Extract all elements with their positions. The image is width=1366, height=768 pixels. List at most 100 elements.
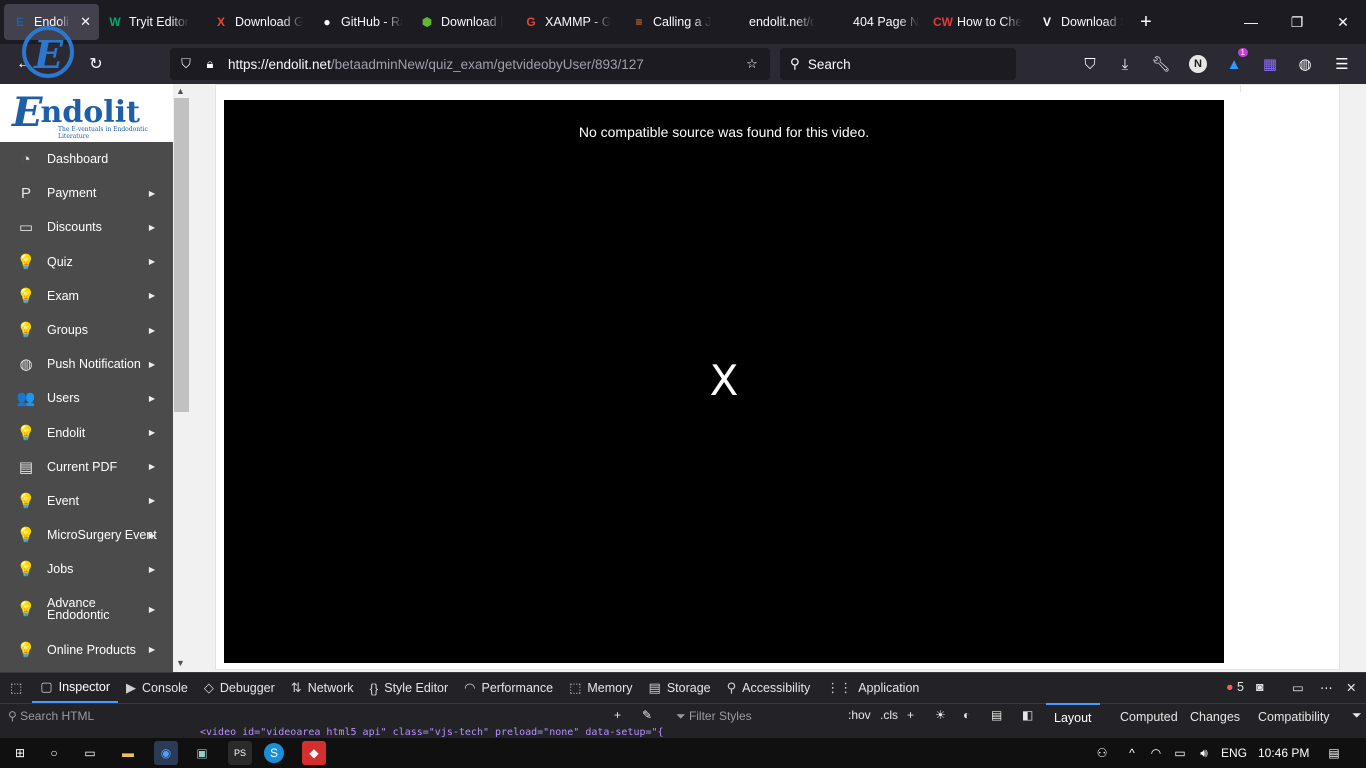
- devtools-tab-network[interactable]: ⇅ Network: [283, 673, 362, 703]
- new-tab-icon[interactable]: +: [1131, 7, 1161, 37]
- task-view-icon[interactable]: ▭: [78, 741, 102, 765]
- notifications-icon[interactable]: ▤: [1322, 741, 1346, 765]
- browser-tab[interactable]: endolit.net/quiz: [719, 4, 823, 40]
- dock-icon[interactable]: ▭: [1292, 680, 1304, 695]
- sidebar-item-groups[interactable]: 💡 Groups ▶: [0, 313, 173, 347]
- sidebar-item-jobs[interactable]: 💡 Jobs ▶: [0, 552, 173, 586]
- bookmark-star-icon[interactable]: ☆: [740, 56, 764, 72]
- dark-theme-icon[interactable]: ◐: [963, 708, 970, 722]
- print-media-icon[interactable]: ▤: [991, 708, 1002, 722]
- hover-state-toggle[interactable]: :hov: [848, 708, 871, 722]
- devtools-tab-storage[interactable]: ▤ Storage: [641, 673, 719, 703]
- firefox-icon[interactable]: ◉: [154, 741, 178, 765]
- file-explorer-icon[interactable]: ▬: [116, 741, 140, 765]
- remote-desktop-icon[interactable]: ▣: [190, 741, 214, 765]
- windows-start-icon[interactable]: ⊞: [8, 741, 32, 765]
- reload-icon[interactable]: ↻: [82, 50, 110, 78]
- devtools-tab-console[interactable]: ▶ Console: [118, 673, 196, 703]
- globe-icon[interactable]: ◍: [1291, 50, 1319, 78]
- class-toggle[interactable]: .cls: [880, 708, 898, 722]
- sidebar-item-users[interactable]: 👥 Users ▶: [0, 381, 173, 415]
- browser-tab[interactable]: G XAMMP - G: [515, 4, 623, 40]
- close-window-icon[interactable]: ✕: [1320, 0, 1366, 44]
- extension-badge-icon[interactable]: ▲ 1: [1220, 48, 1248, 78]
- devtools-sidepanel-tab[interactable]: Changes: [1182, 703, 1248, 731]
- address-bar[interactable]: ⛉ 🔒︎ https://endolit.net/betaadminNew/qu…: [170, 48, 770, 80]
- search-input[interactable]: Search: [808, 57, 851, 72]
- toggle-sidebar-icon[interactable]: ◧: [1022, 708, 1033, 722]
- sidebar-item-current-pdf[interactable]: ▤ Current PDF ▶: [0, 450, 173, 484]
- devtools-sidepanel-tab[interactable]: Computed: [1112, 703, 1186, 731]
- sidebar-item-payment[interactable]: P Payment ▶: [0, 176, 173, 210]
- lock-icon[interactable]: 🔒︎: [198, 56, 222, 72]
- restore-icon[interactable]: ❐: [1274, 0, 1320, 44]
- chevron-down-icon[interactable]: ⏷: [1352, 708, 1362, 723]
- downloads-icon[interactable]: ⤓: [1111, 50, 1139, 78]
- url-text[interactable]: https://endolit.net/betaadminNew/quiz_ex…: [228, 57, 644, 72]
- shield-icon[interactable]: ⛉: [174, 56, 198, 72]
- sidebar-item-online-products[interactable]: 💡 Online Products ▶: [0, 632, 173, 666]
- sidebar-item-exam[interactable]: 💡 Exam ▶: [0, 279, 173, 313]
- anydesk-icon[interactable]: ◆: [302, 741, 326, 765]
- cortana-icon[interactable]: ○: [42, 741, 66, 765]
- skype-icon[interactable]: S: [264, 743, 284, 763]
- volume-icon[interactable]: 🔊︎: [1192, 741, 1216, 765]
- browser-tab[interactable]: X Download G: [205, 4, 311, 40]
- devtools-tab-inspector[interactable]: ▢ Inspector: [32, 673, 119, 703]
- menu-icon[interactable]: ☰: [1328, 50, 1356, 78]
- clock[interactable]: 10:46 PM: [1258, 746, 1309, 760]
- sidebar-item-event[interactable]: 💡 Event ▶: [0, 484, 173, 518]
- element-picker-icon[interactable]: ⬚: [0, 673, 32, 703]
- filter-styles-input[interactable]: ⏷ Filter Styles: [676, 709, 752, 724]
- devtools-tab-performance[interactable]: ◠ Performance: [456, 673, 561, 703]
- pocket-icon[interactable]: ⛉: [1076, 50, 1104, 78]
- wrench-icon[interactable]: 🔧︎: [1147, 50, 1175, 78]
- browser-tab[interactable]: 404 Page Not F: [823, 4, 927, 40]
- devtools-sidepanel-tab[interactable]: Compatibility: [1250, 703, 1338, 731]
- scroll-up-icon[interactable]: ▲: [176, 86, 185, 96]
- devtools-tab-application[interactable]: ⋮⋮ Application: [818, 673, 927, 703]
- close-devtools-icon[interactable]: ✕: [1346, 680, 1356, 695]
- profile-icon[interactable]: N: [1184, 50, 1212, 78]
- light-theme-icon[interactable]: ☀: [935, 708, 946, 722]
- browser-tab[interactable]: ≡ Calling a Ja: [623, 4, 719, 40]
- devtools-tab-accessibility[interactable]: ⚲ Accessibility: [719, 673, 819, 703]
- close-tab-icon[interactable]: ✕: [80, 14, 91, 30]
- people-icon[interactable]: ⚇: [1090, 741, 1114, 765]
- sidebar-item-push-notification[interactable]: ◍ Push Notification ▶: [0, 347, 173, 381]
- phpstorm-icon[interactable]: PS: [228, 741, 252, 765]
- sidebar-scrollbar-thumb[interactable]: [174, 98, 189, 412]
- browser-tab[interactable]: W Tryit Editor: [99, 4, 205, 40]
- extension-icon[interactable]: ▦: [1256, 50, 1284, 78]
- search-html-input[interactable]: ⚲ Search HTML: [8, 709, 94, 723]
- wifi-icon[interactable]: ◠: [1144, 741, 1168, 765]
- browser-tab[interactable]: V Download S: [1031, 4, 1131, 40]
- sidebar-item-discounts[interactable]: ▭ Discounts ▶: [0, 210, 173, 244]
- search-bar[interactable]: ⚲ Search: [780, 48, 1016, 80]
- devtools-tab-style-editor[interactable]: {} Style Editor: [362, 673, 457, 703]
- site-logo[interactable]: E ndolit The E-ventuals in Endodontic Li…: [0, 84, 173, 142]
- devtools-tab-debugger[interactable]: ◇ Debugger: [196, 673, 283, 703]
- chevron-up-icon[interactable]: ^: [1120, 741, 1144, 765]
- sidebar-item-advance-endodontic[interactable]: 💡 Advance Endodontic ▶: [0, 586, 173, 632]
- error-count[interactable]: ● 5: [1226, 680, 1244, 694]
- sidebar-item-endolit[interactable]: 💡 Endolit ▶: [0, 416, 173, 450]
- scroll-down-icon[interactable]: ▼: [176, 658, 185, 668]
- add-rule-icon[interactable]: +: [907, 708, 914, 722]
- devtools-sidepanel-tab[interactable]: Layout: [1046, 703, 1100, 731]
- devtools-tab-memory[interactable]: ⬚ Memory: [561, 673, 640, 703]
- sidebar-item-microsurgery-event[interactable]: 💡 MicroSurgery Event ▶: [0, 518, 173, 552]
- eyedropper-icon[interactable]: ✎: [642, 708, 652, 722]
- more-options-icon[interactable]: ⋯: [1320, 680, 1333, 695]
- browser-tab[interactable]: ⬢ Download |: [411, 4, 515, 40]
- markup-line[interactable]: <video id="videoarea_html5_api" class="v…: [200, 727, 666, 737]
- add-node-icon[interactable]: +: [614, 708, 621, 722]
- language-indicator[interactable]: ENG: [1221, 746, 1247, 760]
- sidebar-item-quiz[interactable]: 💡 Quiz ▶: [0, 245, 173, 279]
- sidebar-item-dashboard[interactable]: ◔ Dashboard: [0, 142, 173, 176]
- video-player[interactable]: No compatible source was found for this …: [224, 100, 1224, 663]
- screenshot-icon[interactable]: ◙: [1256, 680, 1264, 694]
- browser-tab[interactable]: ● GitHub - Ra: [311, 4, 411, 40]
- minimize-icon[interactable]: —: [1228, 0, 1274, 44]
- browser-tab[interactable]: CW How to Che: [927, 4, 1031, 40]
